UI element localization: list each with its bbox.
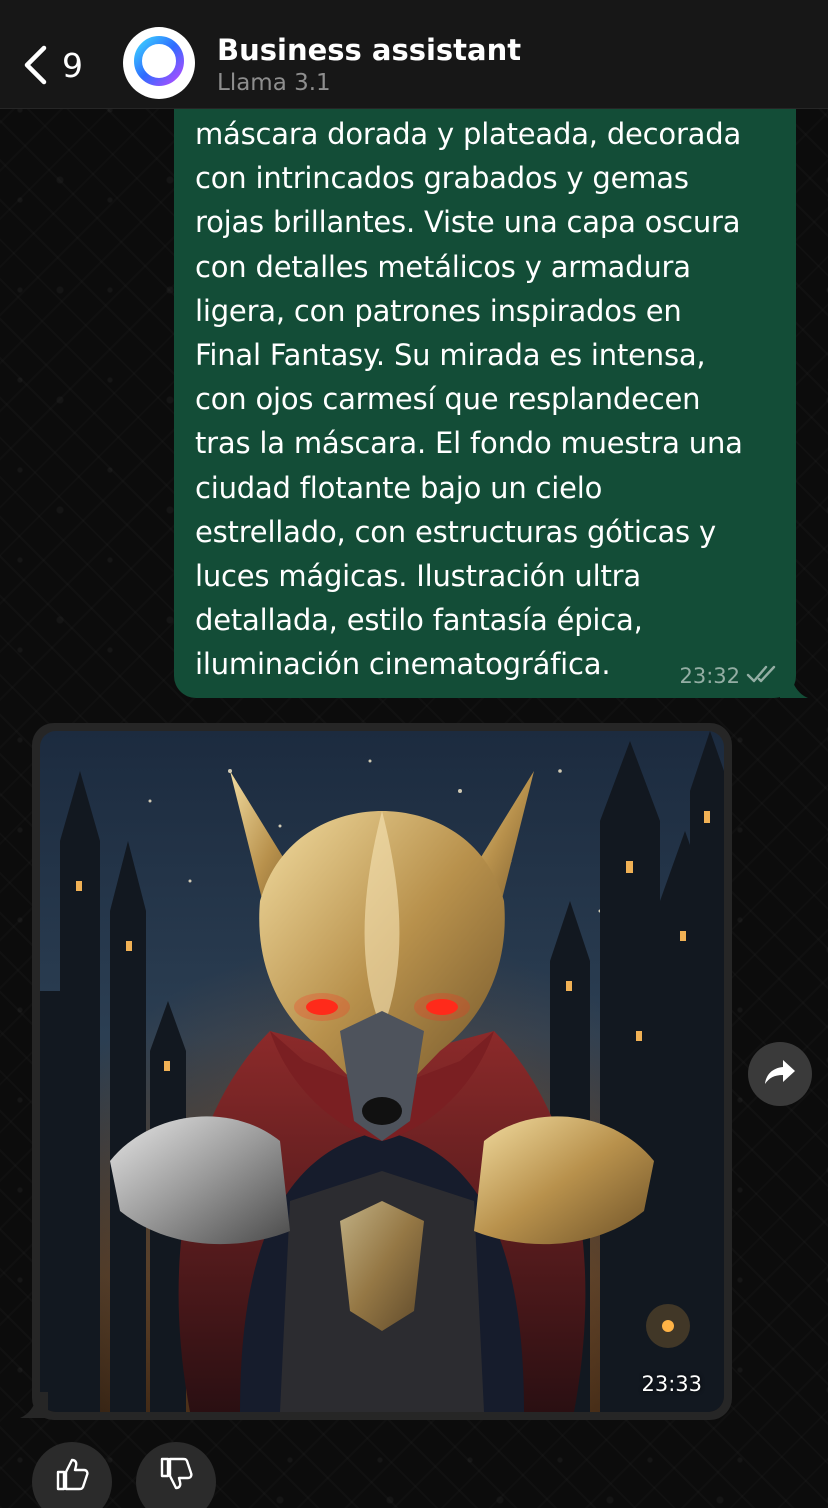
avatar[interactable] [123,27,195,99]
message-line: estrellado, con estructuras góticas y [195,514,716,549]
message-line: ligera, con patrones inspirados en [195,293,682,328]
message-line: máscara dorada y plateada, decorada [195,117,742,151]
generated-image[interactable]: 23:33 [40,731,724,1412]
chat-header: 9 Business assistant Llama 3.1 [0,0,828,109]
thumbs-up-icon [54,1458,90,1496]
message-meta: 23:32 [679,664,778,688]
message-line: ciudad flotante bajo un cielo [195,470,603,505]
thumbs-up-button[interactable] [32,1442,112,1508]
chat-title-block[interactable]: Business assistant Llama 3.1 [217,30,521,96]
chat-subtitle: Llama 3.1 [217,70,331,96]
message-line: detallada, estilo fantasía épica, [195,603,643,638]
message-line: con ojos carmesí que resplandecen [195,382,701,417]
image-time: 23:33 [641,1372,702,1396]
message-line: rojas brillantes. Viste una capa oscura [195,205,741,240]
message-text: máscara dorada y plateada, decorada con … [195,112,791,687]
outgoing-message-bubble[interactable]: máscara dorada y plateada, decorada con … [174,104,796,698]
incoming-image-bubble[interactable]: 23:33 [32,723,732,1420]
message-line: con intrincados grabados y gemas [195,161,689,196]
thumbs-down-icon [158,1457,194,1496]
chat-screen: 9 Business assistant Llama 3.1 máscara d… [0,0,828,1508]
share-button[interactable] [748,1042,812,1106]
message-line: luces mágicas. Ilustración ultra [195,559,641,594]
back-button[interactable]: 9 [22,40,102,90]
thumbs-down-button[interactable] [136,1442,216,1508]
chat-title: Business assistant [217,33,522,67]
message-line: con detalles metálicos y armadura [195,249,691,284]
meta-ai-ring-icon [131,33,187,93]
bubble-tail [780,672,808,698]
forward-arrow-icon [763,1057,797,1091]
chevron-left-icon [22,44,48,86]
message-line: Final Fantasy. Su mirada es intensa, [195,338,706,373]
message-line: tras la máscara. El fondo muestra una [195,426,743,461]
message-time: 23:32 [679,664,740,688]
double-check-read-icon [746,664,778,688]
bubble-tail [20,1392,48,1418]
unread-count: 9 [62,45,83,85]
